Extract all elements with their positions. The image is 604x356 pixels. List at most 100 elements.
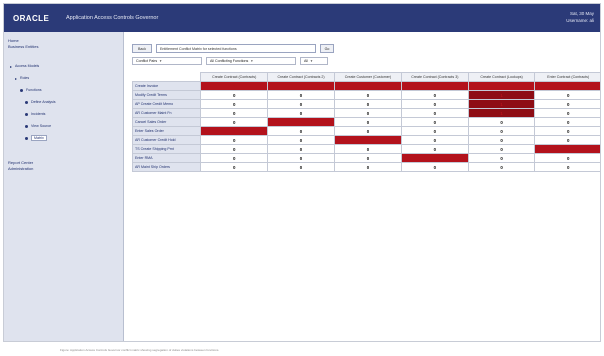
tree-item[interactable]: ▸ Roles bbox=[15, 74, 29, 82]
conflict-cell[interactable]: 1 bbox=[333, 135, 402, 145]
bullet-icon[interactable] bbox=[25, 136, 28, 140]
group-select[interactable]: All Conflicting Functions ▼ bbox=[206, 57, 296, 65]
bullet-icon[interactable] bbox=[25, 100, 28, 104]
matrix-column-header[interactable]: Create Contract (Contracts) bbox=[200, 72, 269, 82]
conflict-cell[interactable]: 1 bbox=[467, 99, 536, 109]
matrix-row-header[interactable]: Enter RMA bbox=[131, 153, 202, 163]
matrix-cell[interactable]: 0 bbox=[400, 135, 469, 145]
matrix-cell[interactable]: 0 bbox=[333, 153, 402, 163]
path-field[interactable]: Entitlement Conflict Matrix for selected… bbox=[156, 44, 316, 53]
back-button[interactable]: Back bbox=[132, 44, 152, 53]
expand-arrow-icon[interactable]: ▸ bbox=[15, 76, 17, 81]
matrix-cell[interactable]: 0 bbox=[534, 108, 600, 118]
conflict-cell[interactable]: 1 bbox=[267, 117, 335, 127]
conflict-cell[interactable]: 1 bbox=[534, 81, 600, 91]
matrix-cell[interactable]: 0 bbox=[467, 144, 536, 154]
matrix-row: AR Customer Credit Hold 0 0 1 0 0 0 bbox=[131, 135, 600, 145]
matrix-cell[interactable]: 0 bbox=[333, 162, 402, 172]
conflict-cell[interactable]: 1 bbox=[267, 81, 335, 91]
tree-item[interactable]: Incidents bbox=[25, 110, 45, 118]
matrix-row-header[interactable]: AR Maint Ship Orders bbox=[131, 162, 202, 172]
matrix-cell[interactable]: 0 bbox=[200, 117, 269, 127]
matrix-column-header[interactable]: Create Contract (Lookups) bbox=[467, 72, 536, 82]
bullet-icon[interactable] bbox=[25, 124, 28, 128]
matrix-cell[interactable]: 0 bbox=[200, 135, 269, 145]
conflict-cell[interactable]: 1 bbox=[200, 126, 269, 136]
matrix-cell[interactable]: 0 bbox=[200, 99, 269, 109]
sidebar-link-administration[interactable]: Administration bbox=[8, 166, 33, 172]
matrix-cell[interactable]: 0 bbox=[200, 144, 269, 154]
matrix-cell[interactable]: 0 bbox=[267, 144, 335, 154]
matrix-column-header[interactable]: Create Contract (Contracts 2) bbox=[267, 72, 335, 82]
matrix-row-header[interactable]: AR Customer Credit Hold bbox=[131, 135, 202, 145]
matrix-cell[interactable]: 0 bbox=[534, 135, 600, 145]
tree-item[interactable]: Functions bbox=[20, 86, 42, 94]
matrix-row-header[interactable]: Cancel Sales Order bbox=[131, 117, 202, 127]
matrix-cell[interactable]: 0 bbox=[400, 108, 469, 118]
sidebar-link-business-entities[interactable]: Business Entities bbox=[8, 44, 38, 50]
matrix-cell[interactable]: 0 bbox=[400, 162, 469, 172]
matrix-row-header[interactable]: TS Create Shipping Pmt bbox=[131, 144, 202, 154]
matrix-cell[interactable]: 0 bbox=[467, 117, 536, 127]
matrix-cell[interactable]: 0 bbox=[333, 108, 402, 118]
tree-item[interactable]: View Source bbox=[25, 122, 51, 130]
tree-item[interactable]: ▸ Access Models bbox=[10, 62, 39, 70]
matrix-cell[interactable]: 0 bbox=[333, 126, 402, 136]
matrix-row-header[interactable]: Create Invoice bbox=[131, 81, 202, 91]
matrix-cell[interactable]: 0 bbox=[534, 117, 600, 127]
matrix-row-header[interactable]: AP Create Credit Memo bbox=[131, 99, 202, 109]
matrix-row-header[interactable]: AR Customer Maint Fn bbox=[131, 108, 202, 118]
matrix-cell[interactable]: 0 bbox=[534, 90, 600, 100]
conflict-cell[interactable]: 1 bbox=[467, 81, 536, 91]
matrix-cell[interactable]: 0 bbox=[534, 126, 600, 136]
matrix-cell[interactable]: 0 bbox=[534, 153, 600, 163]
tree-item[interactable]: Define Analysis bbox=[25, 98, 56, 106]
header-username[interactable]: Username: ali bbox=[566, 17, 594, 24]
matrix-cell[interactable]: 0 bbox=[267, 108, 335, 118]
matrix-cell[interactable]: 0 bbox=[200, 153, 269, 163]
matrix-cell[interactable]: 0 bbox=[467, 135, 536, 145]
conflict-cell[interactable]: 1 bbox=[200, 81, 269, 91]
matrix-cell[interactable]: 0 bbox=[467, 153, 536, 163]
conflict-cell[interactable]: 1 bbox=[333, 81, 402, 91]
matrix-cell[interactable]: 0 bbox=[467, 162, 536, 172]
matrix-cell[interactable]: 0 bbox=[267, 162, 335, 172]
matrix-cell[interactable]: 0 bbox=[267, 90, 335, 100]
go-button[interactable]: Go bbox=[320, 44, 334, 53]
matrix-cell[interactable]: 0 bbox=[400, 90, 469, 100]
matrix-cell[interactable]: 0 bbox=[400, 144, 469, 154]
matrix-cell[interactable]: 0 bbox=[467, 126, 536, 136]
bullet-icon[interactable] bbox=[20, 88, 23, 92]
conflict-cell[interactable]: 1 bbox=[467, 108, 536, 118]
matrix-cell[interactable]: 0 bbox=[267, 135, 335, 145]
matrix-column-header[interactable]: Enter Contract (Contracts) bbox=[534, 72, 600, 82]
matrix-column-header[interactable]: Create Contract (Contracts 3) bbox=[400, 72, 469, 82]
tree-item[interactable]: Matrix bbox=[25, 134, 47, 142]
matrix-cell[interactable]: 0 bbox=[534, 162, 600, 172]
matrix-cell[interactable]: 0 bbox=[200, 90, 269, 100]
conflict-cell[interactable]: 1 bbox=[467, 90, 536, 100]
matrix-cell[interactable]: 0 bbox=[400, 117, 469, 127]
matrix-column-header[interactable]: Create Customer (Customer) bbox=[333, 72, 402, 82]
matrix-cell[interactable]: 0 bbox=[534, 99, 600, 109]
matrix-cell[interactable]: 0 bbox=[267, 99, 335, 109]
matrix-cell[interactable]: 0 bbox=[333, 90, 402, 100]
matrix-cell[interactable]: 0 bbox=[333, 99, 402, 109]
matrix-cell[interactable]: 0 bbox=[200, 162, 269, 172]
matrix-cell[interactable]: 0 bbox=[333, 144, 402, 154]
conflict-cell[interactable]: 1 bbox=[400, 153, 469, 163]
matrix-row-header[interactable]: Enter Sales Order bbox=[131, 126, 202, 136]
matrix-cell[interactable]: 0 bbox=[200, 108, 269, 118]
view-select[interactable]: Conflict Pairs ▼ bbox=[132, 57, 202, 65]
conflict-cell[interactable]: 1 bbox=[400, 81, 469, 91]
matrix-cell[interactable]: 0 bbox=[333, 117, 402, 127]
expand-arrow-icon[interactable]: ▸ bbox=[10, 64, 12, 69]
matrix-cell[interactable]: 0 bbox=[267, 153, 335, 163]
matrix-cell[interactable]: 0 bbox=[400, 126, 469, 136]
matrix-cell[interactable]: 0 bbox=[400, 99, 469, 109]
conflict-cell[interactable]: 1 bbox=[534, 144, 600, 154]
scope-select[interactable]: All ▼ bbox=[300, 57, 328, 65]
matrix-row-header[interactable]: Modify Credit Terms bbox=[131, 90, 202, 100]
bullet-icon[interactable] bbox=[25, 112, 28, 116]
matrix-cell[interactable]: 0 bbox=[267, 126, 335, 136]
